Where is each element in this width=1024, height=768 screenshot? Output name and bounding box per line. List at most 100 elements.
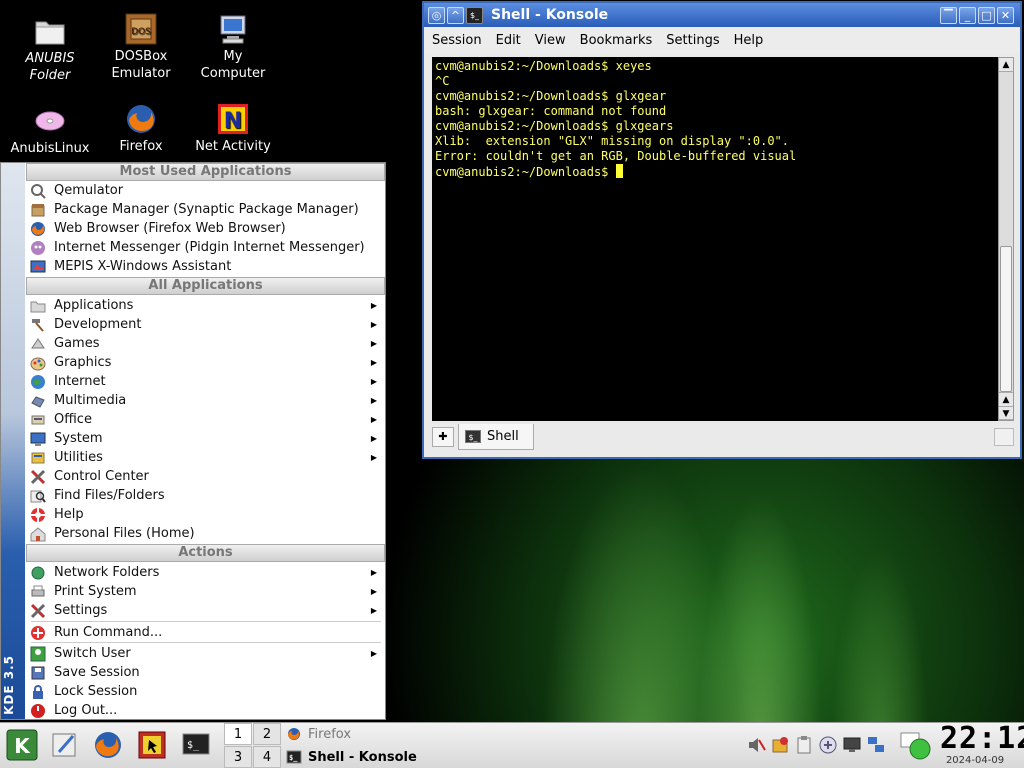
mepis-icon	[30, 259, 46, 275]
network-monitor-icon[interactable]	[866, 735, 886, 755]
menu-item-label: Control Center	[54, 469, 149, 484]
menu-item-multimedia[interactable]: Multimedia ▶	[26, 391, 385, 410]
desktop-icon-my-computer[interactable]: My Computer	[190, 12, 276, 82]
quicklaunch-konsole[interactable]: $_	[180, 729, 212, 761]
menu-settings[interactable]: Settings	[666, 33, 719, 48]
window-menu-icon[interactable]: ◎	[428, 6, 445, 24]
scroll-thumb[interactable]	[1000, 246, 1012, 392]
desktop-icon-dosbox[interactable]: DOS DOSBox Emulator	[98, 12, 184, 82]
menu-item-label: Settings	[54, 603, 108, 618]
submenu-arrow-icon: ▶	[370, 568, 377, 577]
menu-item-office[interactable]: Office ▶	[26, 410, 385, 429]
desktop-icon-net-activity[interactable]: N Net Activity	[190, 102, 276, 155]
folder-icon	[30, 298, 46, 314]
menu-bookmarks[interactable]: Bookmarks	[580, 33, 653, 48]
menu-item-log-out[interactable]: Log Out...	[26, 701, 385, 720]
desktop-icon-anubislinux[interactable]: AnubisLinux	[7, 104, 93, 157]
terminal-scrollbar[interactable]: ▲ ▲ ▼	[998, 57, 1014, 421]
network-tray-icon[interactable]	[818, 735, 838, 755]
terminal-line: bash: glxgear: command not found	[435, 104, 667, 118]
menu-item-print-system[interactable]: Print System ▶	[26, 582, 385, 601]
menu-edit[interactable]: Edit	[496, 33, 521, 48]
menu-item-save-session[interactable]: Save Session	[26, 663, 385, 682]
clock[interactable]: 22:12 2024-04-09	[940, 723, 1024, 768]
menu-item-web-browser[interactable]: Web Browser (Firefox Web Browser)	[26, 219, 385, 238]
find-icon	[30, 488, 46, 504]
qemulator-icon	[30, 183, 46, 199]
package-updater-icon[interactable]	[770, 735, 790, 755]
menu-item-control-center[interactable]: Control Center	[26, 467, 385, 486]
new-session-icon[interactable]: ✚	[432, 427, 454, 447]
menu-item-label: Internet Messenger (Pidgin Internet Mess…	[54, 240, 365, 255]
tab-label: Shell	[487, 429, 519, 444]
close-icon[interactable]: ✕	[997, 6, 1014, 24]
menu-item-label: Lock Session	[54, 684, 138, 699]
menu-item-package-manager[interactable]: Package Manager (Synaptic Package Manage…	[26, 200, 385, 219]
minimize-icon[interactable]: _	[959, 6, 976, 24]
menu-item-internet[interactable]: Internet ▶	[26, 372, 385, 391]
hammer-icon	[30, 317, 46, 333]
volume-muted-icon[interactable]	[746, 735, 766, 755]
menu-item-personal-files[interactable]: Personal Files (Home)	[26, 524, 385, 543]
globe-icon	[30, 374, 46, 390]
menu-item-settings[interactable]: Settings ▶	[26, 601, 385, 620]
menu-item-label: System	[54, 431, 103, 446]
menu-item-help[interactable]: Help	[26, 505, 385, 524]
menu-item-label: Games	[54, 336, 100, 351]
lock-icon	[30, 684, 46, 700]
konsole-titlebar[interactable]: ◎ ^ $_ Shell - Konsole ▔ _ □ ✕	[424, 3, 1020, 27]
menu-item-utilities[interactable]: Utilities ▶	[26, 448, 385, 467]
quicklaunch-editor[interactable]	[48, 729, 80, 761]
scroll-down-icon[interactable]: ▼	[999, 406, 1013, 420]
utilities-icon	[30, 450, 46, 466]
menu-item-internet-messenger[interactable]: Internet Messenger (Pidgin Internet Mess…	[26, 238, 385, 257]
menu-separator	[31, 621, 381, 622]
konsole-window[interactable]: ◎ ^ $_ Shell - Konsole ▔ _ □ ✕ Session E…	[422, 1, 1022, 459]
close-session-icon[interactable]	[994, 428, 1014, 446]
menu-item-development[interactable]: Development ▶	[26, 315, 385, 334]
status-light-icon[interactable]	[900, 731, 934, 761]
menu-view[interactable]: View	[535, 33, 566, 48]
shade-icon[interactable]: ▔	[940, 6, 957, 24]
menu-help[interactable]: Help	[734, 33, 764, 48]
package-icon	[30, 202, 46, 218]
menu-item-run-command[interactable]: Run Command...	[26, 623, 385, 642]
task-konsole[interactable]: $_ Shell - Konsole	[284, 746, 444, 768]
quicklaunch-firefox[interactable]	[92, 729, 124, 761]
pager-desktop-1[interactable]: 1	[224, 723, 252, 745]
editor-icon	[52, 733, 76, 757]
menu-item-games[interactable]: Games ▶	[26, 334, 385, 353]
quicklaunch-dosbox[interactable]	[136, 729, 168, 761]
pager-desktop-3[interactable]: 3	[224, 746, 252, 768]
menu-item-network-folders[interactable]: Network Folders ▶	[26, 563, 385, 582]
sticky-icon[interactable]: ^	[447, 6, 464, 24]
menu-item-qemulator[interactable]: Qemulator	[26, 181, 385, 200]
menu-item-lock-session[interactable]: Lock Session	[26, 682, 385, 701]
kmenu-button[interactable]: K	[6, 729, 38, 761]
display-icon[interactable]	[842, 735, 862, 755]
scroll-up-icon[interactable]: ▲	[999, 58, 1013, 72]
scroll-up-icon[interactable]: ▲	[999, 392, 1013, 406]
menu-item-mepis-x-windows[interactable]: MEPIS X-Windows Assistant	[26, 257, 385, 276]
svg-text:DOS: DOS	[131, 27, 151, 37]
menu-item-label: Help	[54, 507, 84, 522]
tab-shell[interactable]: $_ Shell	[458, 424, 534, 450]
menu-item-label: Package Manager (Synaptic Package Manage…	[54, 202, 359, 217]
menu-item-label: Development	[54, 317, 142, 332]
menu-item-applications[interactable]: Applications ▶	[26, 296, 385, 315]
maximize-icon[interactable]: □	[978, 6, 995, 24]
terminal-output[interactable]: cvm@anubis2:~/Downloads$ xeyes ^C cvm@anub…	[432, 57, 998, 421]
menu-session[interactable]: Session	[432, 33, 482, 48]
menu-item-system[interactable]: System ▶	[26, 429, 385, 448]
desktop-icon-firefox[interactable]: Firefox	[98, 102, 184, 155]
desktop-icon-anubis-folder[interactable]: ANUBIS Folder	[7, 14, 93, 84]
task-firefox[interactable]: Firefox	[284, 723, 444, 745]
clipboard-icon[interactable]	[794, 735, 814, 755]
menu-item-graphics[interactable]: Graphics ▶	[26, 353, 385, 372]
pager-desktop-4[interactable]: 4	[253, 746, 281, 768]
pager-desktop-2[interactable]: 2	[253, 723, 281, 745]
menu-item-find-files[interactable]: Find Files/Folders	[26, 486, 385, 505]
konsole-tabbar: ✚ $_ Shell	[432, 423, 1014, 451]
menu-item-switch-user[interactable]: Switch User ▶	[26, 644, 385, 663]
menu-item-label: MEPIS X-Windows Assistant	[54, 259, 232, 274]
